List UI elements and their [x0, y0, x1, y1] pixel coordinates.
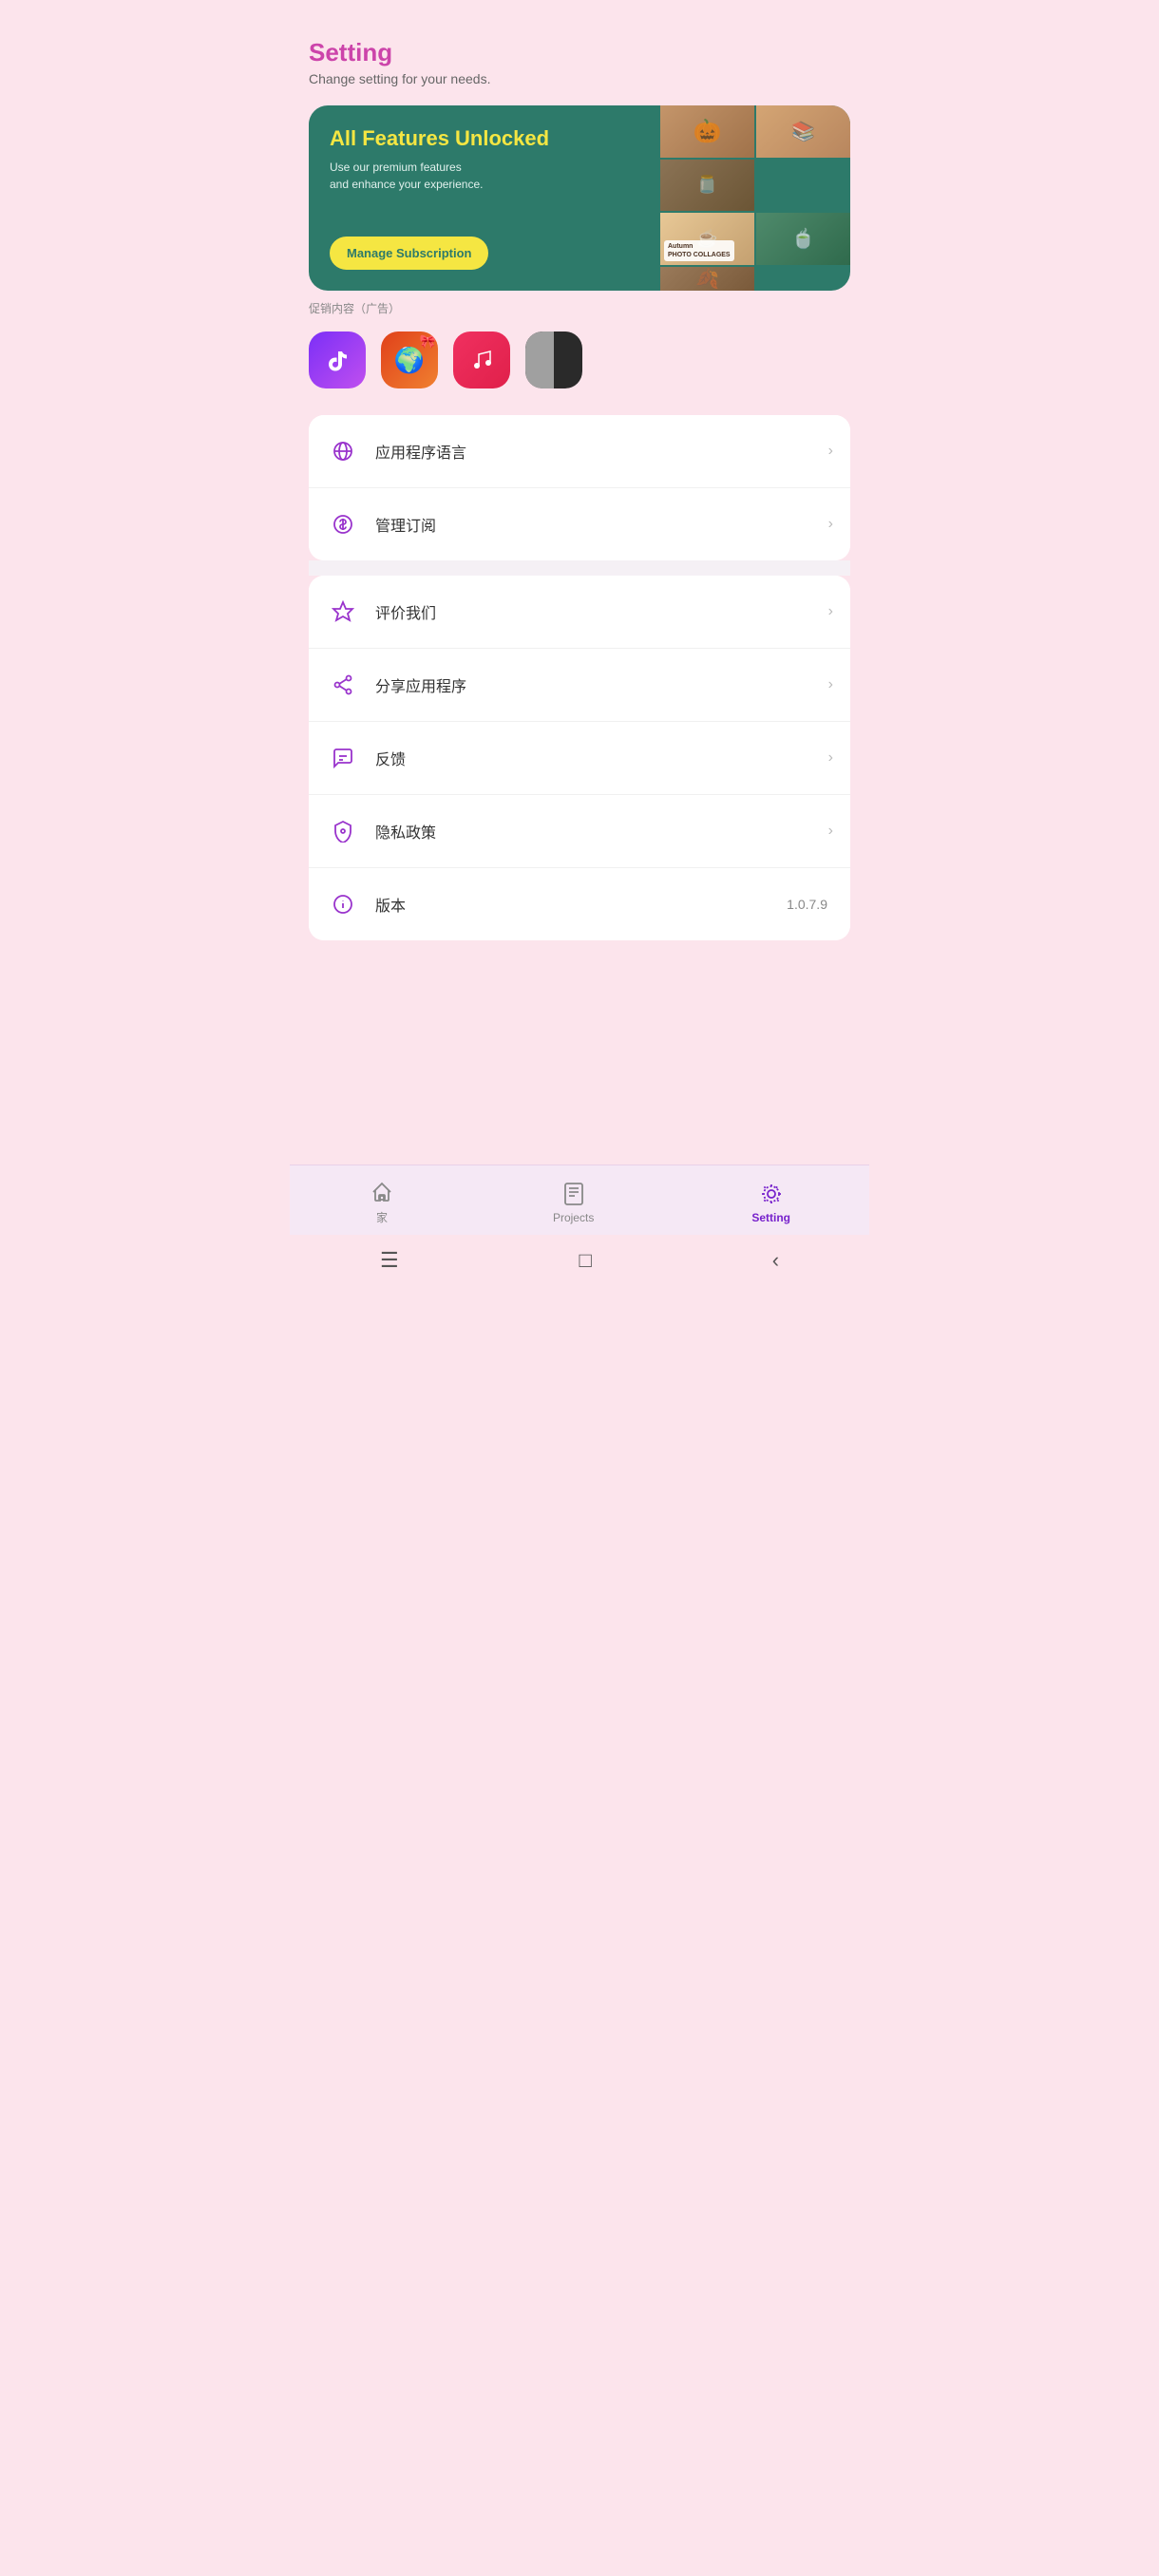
settings-item-privacy[interactable]: 隐私政策 ›: [309, 795, 850, 868]
info-icon: [326, 887, 360, 921]
banner-img-3: 🫙: [660, 160, 754, 212]
home-icon: [369, 1179, 395, 1205]
settings-item-language[interactable]: 应用程序语言 ›: [309, 415, 850, 488]
chevron-icon: ›: [828, 676, 833, 693]
page-title: Setting: [309, 38, 850, 67]
back-button[interactable]: ‹: [772, 1248, 779, 1273]
settings-section-top: 应用程序语言 › 管理订阅 ›: [309, 415, 850, 560]
settings-section-bottom: 评价我们 › 分享应用程序 ›: [309, 576, 850, 940]
banner-images: 🎃 📚 🫙 ☕ AutumnPHOTO COLLAGES 🍵 🍂: [660, 105, 850, 291]
premium-banner: All Features Unlocked Use our premium fe…: [309, 105, 850, 291]
rate-label: 评价我们: [375, 600, 828, 623]
message-icon: [326, 741, 360, 775]
nav-item-projects[interactable]: Projects: [534, 1177, 613, 1228]
chevron-icon: ›: [828, 516, 833, 533]
app-icon-tiktok[interactable]: [309, 331, 366, 388]
banner-title: All Features Unlocked: [330, 126, 641, 151]
bottom-navigation: 家 Projects Setting: [290, 1165, 869, 1235]
app-icon-apple-music[interactable]: [453, 331, 510, 388]
share-label: 分享应用程序: [375, 673, 828, 696]
nav-item-setting[interactable]: Setting: [732, 1177, 809, 1228]
chevron-icon: ›: [828, 603, 833, 620]
feedback-label: 反馈: [375, 747, 828, 769]
nav-item-home[interactable]: 家: [350, 1175, 414, 1229]
file-icon: [560, 1181, 587, 1207]
chevron-icon: ›: [828, 443, 833, 460]
autumn-label: AutumnPHOTO COLLAGES: [664, 240, 734, 261]
settings-item-rate[interactable]: 评价我们 ›: [309, 576, 850, 649]
banner-img-5: 🍵: [756, 213, 850, 265]
chevron-icon: ›: [828, 823, 833, 840]
app-icons-row: 🎀 🌍: [309, 331, 850, 388]
settings-item-share[interactable]: 分享应用程序 ›: [309, 649, 850, 722]
app-icon-default[interactable]: [525, 331, 582, 388]
promo-label: 促销内容（广告）: [309, 300, 850, 316]
menu-button[interactable]: ☰: [380, 1248, 399, 1273]
home-button[interactable]: □: [580, 1248, 592, 1273]
nav-label-setting: Setting: [751, 1211, 790, 1224]
divider: [309, 560, 850, 576]
settings-item-version: 版本 1.0.7.9: [309, 868, 850, 940]
dollar-icon: [326, 507, 360, 541]
ribbon-icon: 🎀: [420, 333, 436, 350]
banner-description: Use our premium featuresand enhance your…: [330, 159, 641, 193]
globe-icon: [326, 434, 360, 468]
language-label: 应用程序语言: [375, 440, 828, 463]
version-value: 1.0.7.9: [787, 897, 827, 912]
privacy-label: 隐私政策: [375, 820, 828, 843]
subscription-label: 管理订阅: [375, 513, 828, 536]
app-icon-world[interactable]: 🎀 🌍: [381, 331, 438, 388]
settings-item-feedback[interactable]: 反馈 ›: [309, 722, 850, 795]
nav-label-home: 家: [376, 1209, 388, 1225]
nav-label-projects: Projects: [553, 1211, 594, 1224]
bottom-spacer: [309, 940, 850, 1016]
system-navigation: ☰ □ ‹: [290, 1235, 869, 1288]
star-icon: [326, 595, 360, 629]
page-subtitle: Change setting for your needs.: [309, 71, 850, 86]
gear-icon: [758, 1181, 785, 1207]
banner-img-4: ☕ AutumnPHOTO COLLAGES: [660, 213, 754, 265]
version-label: 版本: [375, 893, 787, 916]
shield-icon: [326, 814, 360, 848]
settings-item-subscription[interactable]: 管理订阅 ›: [309, 488, 850, 560]
main-content: Setting Change setting for your needs. A…: [290, 0, 869, 1165]
manage-subscription-button[interactable]: Manage Subscription: [330, 237, 488, 270]
banner-left: All Features Unlocked Use our premium fe…: [309, 105, 660, 291]
chevron-icon: ›: [828, 749, 833, 767]
share-icon: [326, 668, 360, 702]
banner-img-1: 🎃: [660, 105, 754, 158]
banner-img-6: 🍂: [660, 267, 754, 291]
banner-img-2: 📚: [756, 105, 850, 158]
page-wrapper: Setting Change setting for your needs. A…: [290, 0, 869, 1288]
